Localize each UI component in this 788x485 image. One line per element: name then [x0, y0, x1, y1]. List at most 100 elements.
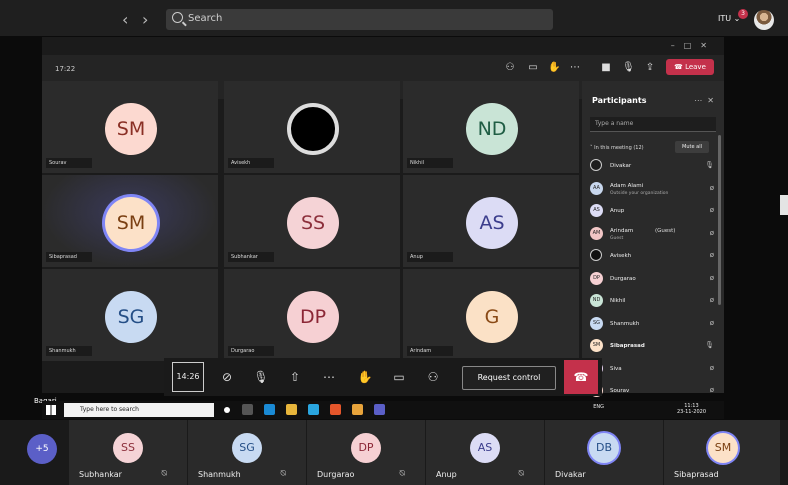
raise-hand-icon[interactable]: ✋: [548, 62, 560, 74]
teams-icon[interactable]: [374, 404, 385, 415]
strip-tile[interactable]: AS Anup ⍉: [426, 420, 544, 485]
more-participants-button[interactable]: +5: [27, 434, 57, 464]
participant-search-input[interactable]: Type a name: [590, 117, 716, 132]
skype-icon[interactable]: [308, 404, 319, 415]
video-tile[interactable]: DP Durgarao: [224, 269, 400, 361]
strip-avatar: SM: [708, 433, 738, 463]
forward-arrow-icon[interactable]: ›: [142, 10, 148, 29]
mic-muted-icon[interactable]: ø: [710, 296, 714, 304]
language-indicator[interactable]: ENG: [593, 404, 604, 410]
file-explorer-icon[interactable]: [286, 404, 297, 415]
tile-name-label: Durgarao: [228, 346, 274, 356]
participant-avatar: ND: [466, 103, 518, 155]
share-control-bar: 14:26 ⊘ 🎙 ⇧ ⋯ ✋ ▭ ⚇ Request control ☎: [164, 358, 602, 396]
strip-tile[interactable]: DB Divakar: [545, 420, 663, 485]
participant-row[interactable]: Avisekh ø: [590, 247, 716, 265]
video-tile[interactable]: SS Subhankar: [224, 175, 400, 267]
windows-start-icon[interactable]: [46, 405, 56, 415]
participant-avatar: [287, 103, 339, 155]
participant-row[interactable]: AA Adam Alami Outside your organization ø: [590, 180, 716, 198]
participant-row[interactable]: AM Arindam Guest (Guest) ø: [590, 225, 716, 243]
participants-scrollbar[interactable]: [718, 135, 721, 305]
participant-row[interactable]: SG Shanmukh ø: [590, 315, 716, 333]
mic-muted-icon[interactable]: ø: [710, 184, 714, 192]
strip-avatar: SG: [232, 433, 262, 463]
notification-badge: 3: [738, 9, 748, 19]
strip-tile[interactable]: SS Subhankar ⍉: [69, 420, 187, 485]
org-switcher[interactable]: ITU ⌄: [718, 14, 740, 23]
participant-row[interactable]: SSivaø: [590, 360, 716, 378]
video-tile[interactable]: SM Sourav: [42, 81, 218, 173]
participant-row-name: Shanmukh: [610, 320, 640, 327]
video-tile[interactable]: SM Sibaprasad: [42, 175, 218, 267]
call-timer: 14:26: [172, 362, 204, 392]
mic-muted-icon[interactable]: ø: [710, 319, 714, 327]
video-tile[interactable]: AS Anup: [403, 175, 579, 267]
mic-muted-icon[interactable]: ø: [710, 229, 714, 237]
meeting-clock: 17:22: [55, 65, 76, 73]
profile-avatar[interactable]: [754, 10, 774, 30]
participant-row[interactable]: ND Nikhil ø: [590, 292, 716, 310]
mic-muted-icon: ⍉: [518, 469, 524, 479]
panel-controls[interactable]: ⋯ ✕: [694, 96, 714, 105]
participant-row-avatar: [590, 249, 602, 261]
request-control-button[interactable]: Request control: [462, 366, 556, 390]
mic-muted-icon[interactable]: ø: [710, 386, 714, 394]
mic-off-icon[interactable]: 🎙: [248, 364, 274, 390]
mic-muted-icon[interactable]: ø: [710, 251, 714, 259]
participant-row-name: Avisekh: [610, 253, 632, 259]
participant-strip: +5 SS Subhankar ⍉ SG Shanmukh ⍉ DP Durgarao ⍉ AS A…: [0, 420, 788, 485]
tile-name-label: Sourav: [46, 158, 92, 168]
cortana-icon[interactable]: [224, 407, 230, 413]
chat-icon[interactable]: ▭: [386, 364, 412, 390]
hang-up-button[interactable]: ☎: [564, 360, 598, 394]
task-view-icon[interactable]: [242, 404, 253, 415]
participant-row[interactable]: AS Anup ø: [590, 202, 716, 220]
participant-row[interactable]: SM Sibaprasad 🎙: [590, 337, 716, 355]
raise-hand-icon[interactable]: ✋: [352, 364, 378, 390]
in-meeting-header[interactable]: ˅ In this meeting (12): [590, 145, 644, 151]
mic-on-icon[interactable]: 🎙: [705, 341, 714, 349]
more-options-icon[interactable]: ⋯: [569, 62, 581, 74]
participant-row[interactable]: DP Durgarao ø: [590, 270, 716, 288]
participant-row[interactable]: SSouravø: [590, 382, 716, 400]
microphone-icon[interactable]: 🎙: [622, 62, 635, 74]
more-actions-icon[interactable]: ⋯: [316, 364, 342, 390]
strip-tile[interactable]: SG Shanmukh ⍉: [188, 420, 306, 485]
participant-row-name: Divakar: [610, 163, 632, 169]
edge-icon[interactable]: [264, 404, 275, 415]
mic-muted-icon[interactable]: ø: [710, 364, 714, 372]
firefox-icon[interactable]: [330, 404, 341, 415]
mic-muted-icon[interactable]: ø: [710, 206, 714, 214]
strip-name: Subhankar: [79, 470, 122, 479]
camera-off-icon[interactable]: ⊘: [214, 364, 240, 390]
strip-avatar: DB: [589, 433, 619, 463]
strip-avatar: AS: [470, 433, 500, 463]
share-screen-icon[interactable]: ⇪: [644, 62, 656, 74]
video-tile[interactable]: Avisekh: [224, 81, 400, 173]
camera-icon[interactable]: ■: [600, 62, 612, 74]
video-tile[interactable]: G Arindam: [403, 269, 579, 361]
participant-row-name: Adam Alami: [610, 182, 644, 189]
chrome-icon[interactable]: [352, 404, 363, 415]
share-tray-icon[interactable]: ⇧: [282, 364, 308, 390]
participant-row-avatar: AM: [590, 226, 603, 240]
video-tile[interactable]: ND Nikhil: [403, 81, 579, 173]
participant-row[interactable]: D Divakar 🎙: [590, 157, 716, 175]
video-tile[interactable]: SG Shanmukh: [42, 269, 218, 361]
mic-on-icon[interactable]: 🎙: [705, 161, 714, 169]
participants-icon[interactable]: ⚇: [504, 62, 516, 74]
participant-row-avatar: SG: [590, 316, 603, 330]
participants-icon[interactable]: ⚇: [420, 364, 446, 390]
taskbar-search-input[interactable]: Type here to search: [64, 403, 214, 417]
strip-tile[interactable]: SM Sibaprasad: [664, 420, 780, 485]
taskbar-clock[interactable]: 11:13 23-11-2020: [677, 403, 706, 415]
leave-button[interactable]: ☎ Leave: [666, 59, 714, 75]
chat-icon[interactable]: ▭: [527, 62, 539, 74]
strip-tile[interactable]: DP Durgarao ⍉: [307, 420, 425, 485]
back-arrow-icon[interactable]: ‹: [122, 10, 128, 29]
search-input[interactable]: Search: [166, 9, 553, 30]
window-controls[interactable]: –□✕: [671, 41, 716, 50]
mute-all-button[interactable]: Mute all: [675, 141, 709, 153]
mic-muted-icon[interactable]: ø: [710, 274, 714, 282]
